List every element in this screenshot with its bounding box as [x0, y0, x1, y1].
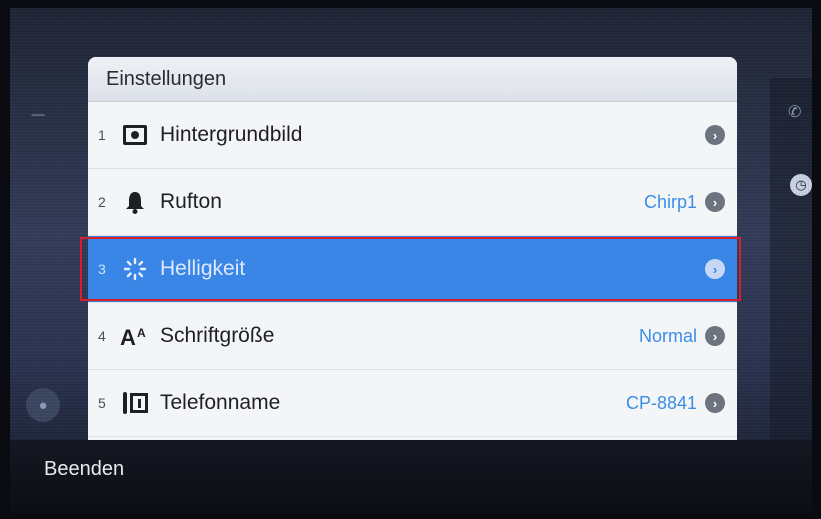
item-value: Normal — [638, 325, 697, 346]
phone-name-icon — [120, 390, 150, 416]
selection-highlight — [80, 237, 741, 301]
item-number: 5 — [98, 395, 106, 411]
item-label: Telefonname — [160, 391, 281, 414]
headset-icon: ● — [26, 388, 60, 422]
call-back-icon: ⚊ — [30, 100, 47, 120]
panel-title: Einstellungen — [106, 67, 227, 90]
exit-softkey[interactable]: Beenden — [38, 454, 130, 485]
item-value: CP-8841 — [625, 392, 697, 413]
item-number: 4 — [98, 328, 106, 344]
softkey-bar: Beenden — [10, 440, 812, 513]
line-key-column — [770, 78, 812, 448]
phone-icon: ✆ — [788, 104, 802, 121]
settings-item-ringtone[interactable]: 2 Rufton Chirp1 › — [88, 169, 737, 236]
item-label: Rufton — [160, 190, 222, 213]
settings-item-font-size[interactable]: 4 A A Schriftgröße Normal › — [88, 303, 737, 370]
chevron-right-icon: › — [705, 393, 725, 413]
chevron-right-icon: › — [705, 326, 725, 346]
svg-text:A: A — [137, 326, 146, 340]
settings-item-wallpaper[interactable]: 1 Hintergrundbild › — [88, 102, 737, 169]
item-number: 2 — [98, 194, 106, 210]
font-size-icon: A A — [120, 323, 150, 349]
item-value: Chirp1 — [643, 191, 697, 212]
bell-icon — [120, 189, 150, 215]
wallpaper-icon — [120, 122, 150, 148]
panel-header: Einstellungen — [88, 57, 737, 102]
settings-item-phone-name[interactable]: 5 Telefonname CP-8841 › — [88, 370, 737, 437]
chevron-right-icon: › — [705, 125, 725, 145]
chevron-right-icon: › — [705, 192, 725, 212]
item-label: Hintergrundbild — [160, 123, 303, 146]
item-number: 1 — [98, 127, 106, 143]
clock-icon: ◷ — [790, 174, 812, 196]
svg-text:A: A — [120, 325, 136, 348]
item-label: Schriftgröße — [160, 324, 275, 347]
